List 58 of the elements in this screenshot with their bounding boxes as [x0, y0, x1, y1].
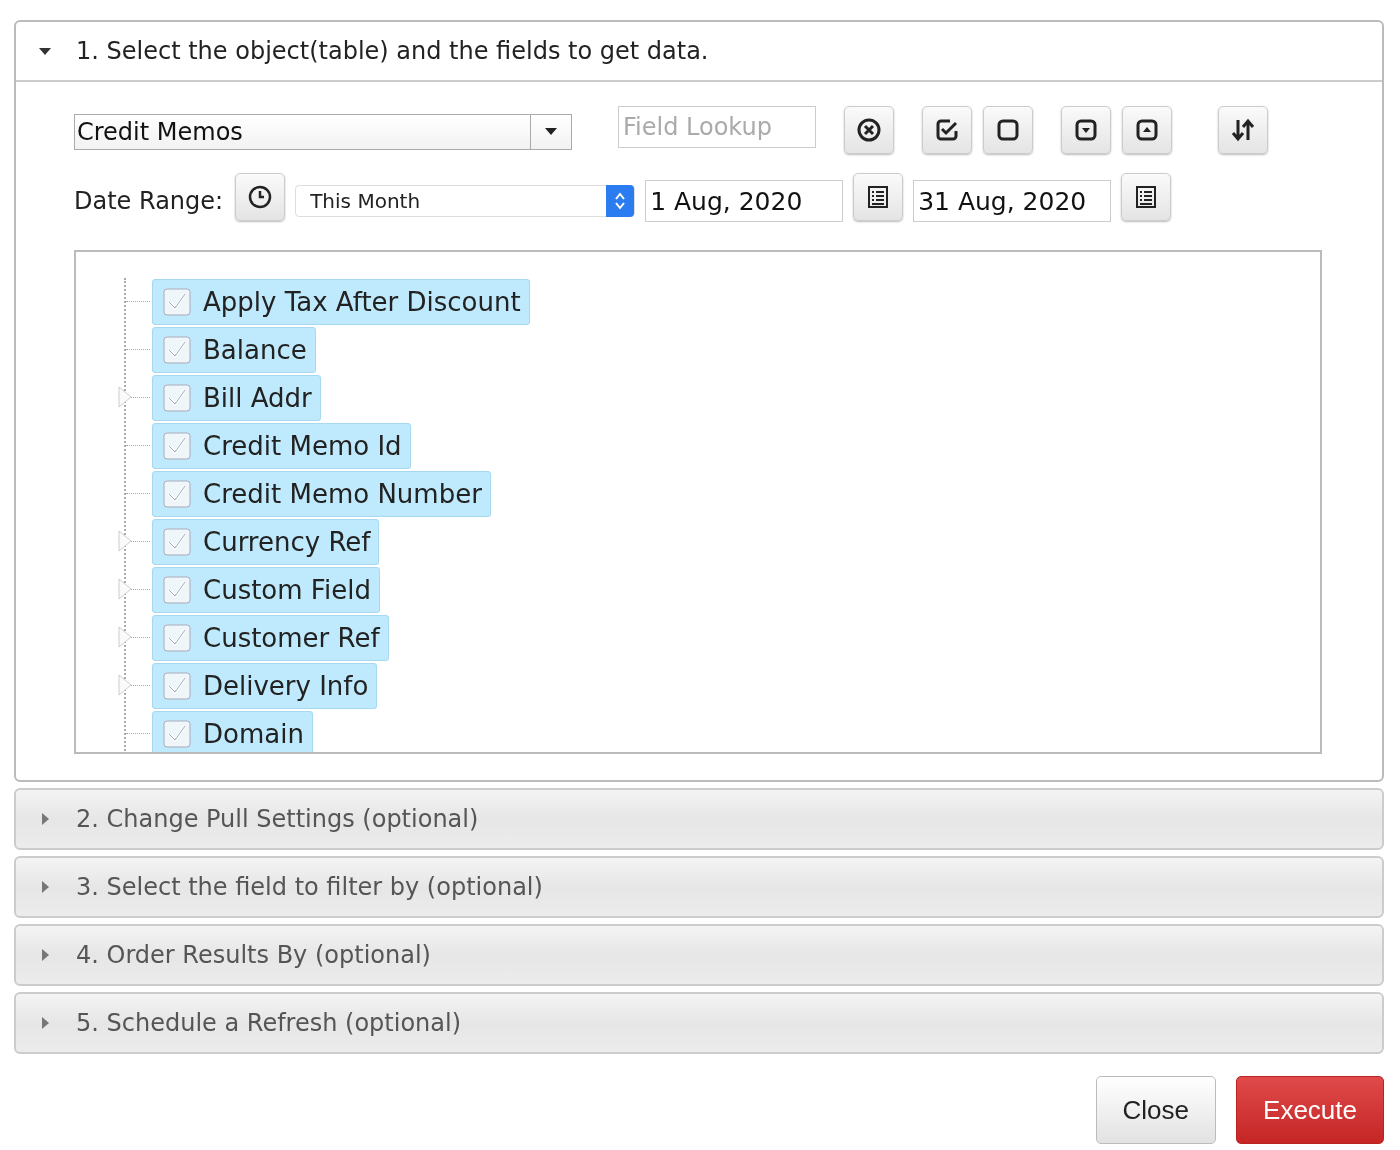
field-tree-item[interactable]: Credit Memo Number [152, 471, 491, 517]
calendar-list-icon [866, 185, 891, 209]
section-header[interactable]: 4. Order Results By (optional) [16, 926, 1382, 984]
checkbox-checked-icon[interactable] [163, 528, 191, 556]
expand-arrow-icon[interactable] [118, 578, 132, 600]
field-tree-item[interactable]: Apply Tax After Discount [152, 279, 530, 325]
checkbox-checked-icon[interactable] [163, 672, 191, 700]
checkbox-checked-icon[interactable] [163, 432, 191, 460]
uncheck-all-button[interactable] [983, 106, 1033, 154]
section-header[interactable]: 1. Select the object(table) and the fields to get data. [16, 22, 1382, 82]
checkbox-empty-icon [996, 118, 1020, 142]
clock-button[interactable] [235, 173, 286, 221]
checkbox-checked-icon[interactable] [163, 720, 191, 748]
field-lookup-input[interactable]: Field Lookup [618, 106, 816, 148]
end-date-input[interactable]: 31 Aug, 2020 [913, 180, 1112, 222]
expand-arrow-icon[interactable] [118, 386, 132, 408]
caret-down-square-icon [1074, 118, 1098, 142]
clock-icon [248, 185, 273, 209]
checkbox-checked-icon[interactable] [163, 336, 191, 364]
expand-arrow-icon[interactable] [118, 674, 132, 696]
date-range-label: Date Range: [74, 187, 224, 215]
date-preset-dropdown[interactable]: This Month [295, 185, 636, 217]
section-header[interactable]: 2. Change Pull Settings (optional) [16, 790, 1382, 848]
field-tree-item[interactable]: Bill Addr [152, 375, 321, 421]
clear-button[interactable] [844, 106, 894, 154]
start-date-input[interactable]: 1 Aug, 2020 [645, 180, 844, 222]
up-down-arrows-icon [614, 191, 627, 211]
field-tree-item[interactable]: Balance [152, 327, 316, 373]
execute-button[interactable]: Execute [1236, 1076, 1384, 1144]
section-header[interactable]: 3. Select the field to filter by (optional) [16, 858, 1382, 916]
calendar-button[interactable] [853, 173, 904, 221]
checkbox-checked-icon[interactable] [163, 576, 191, 604]
check-all-button[interactable] [922, 106, 972, 154]
collapse-all-button[interactable] [1061, 106, 1111, 154]
clear-icon [857, 118, 881, 142]
field-tree-item[interactable]: Custom Field [152, 567, 380, 613]
field-tree-item[interactable]: Credit Memo Id [152, 423, 411, 469]
sort-arrows-icon [1231, 118, 1255, 142]
field-tree-item[interactable]: Delivery Info [152, 663, 378, 709]
checkbox-checked-icon[interactable] [163, 384, 191, 412]
checkbox-checked-icon[interactable] [163, 624, 191, 652]
caret-up-square-icon [1135, 118, 1159, 142]
field-tree-item[interactable]: Customer Ref [152, 615, 389, 661]
checkbox-checked-icon[interactable] [163, 288, 191, 316]
sort-button[interactable] [1218, 106, 1268, 154]
checkbox-checked-icon[interactable] [163, 480, 191, 508]
expand-arrow-icon[interactable] [118, 530, 132, 552]
section-header[interactable]: 5. Schedule a Refresh (optional) [16, 994, 1382, 1052]
calendar-list-icon [1134, 185, 1159, 209]
expand-all-button[interactable] [1122, 106, 1172, 154]
object-dropdown[interactable]: Credit Memos [74, 114, 572, 150]
checkbox-checked-icon [935, 118, 959, 142]
field-tree-item[interactable]: Currency Ref [152, 519, 380, 565]
caret-down-icon [545, 128, 557, 136]
field-tree-item[interactable]: Domain [152, 711, 313, 752]
close-button[interactable]: Close [1095, 1076, 1217, 1144]
expand-arrow-icon[interactable] [118, 626, 132, 648]
calendar-button[interactable] [1121, 173, 1172, 221]
